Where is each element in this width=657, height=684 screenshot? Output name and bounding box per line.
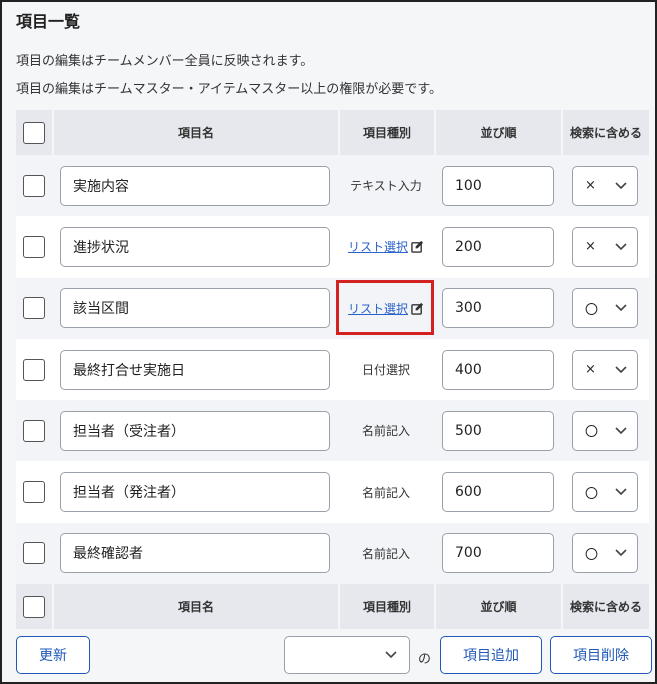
chevron-down-icon xyxy=(615,488,627,496)
delete-item-button[interactable]: 項目削除 xyxy=(550,636,652,674)
row-checkbox[interactable] xyxy=(23,542,45,565)
position-suffix-label: の xyxy=(418,652,432,667)
item-order-input[interactable]: 600 xyxy=(442,472,554,513)
row-checkbox[interactable] xyxy=(23,419,45,442)
row-checkbox[interactable] xyxy=(23,481,45,504)
search-include-value: 〇 xyxy=(585,302,599,318)
select-all-checkbox[interactable] xyxy=(23,121,45,144)
search-include-value: × xyxy=(585,239,596,255)
item-name-input[interactable]: 担当者（受注者） xyxy=(60,410,330,451)
chevron-down-icon xyxy=(615,182,627,189)
highlight-box xyxy=(336,280,434,335)
chevron-down-icon xyxy=(385,651,397,659)
item-order-input[interactable]: 100 xyxy=(442,165,554,206)
description-line-2: 項目の編集はチームマスター・アイテムマスター以上の権限が必要です。 xyxy=(16,82,443,97)
items-table: 項目名 項目種別 並び順 検索に含める 実施内容 テキスト入力 100 × 進捗… xyxy=(16,110,649,630)
item-name-input[interactable]: 最終確認者 xyxy=(60,533,330,574)
column-header-search: 検索に含める xyxy=(561,110,649,155)
chevron-down-icon xyxy=(615,427,627,434)
row-checkbox[interactable] xyxy=(23,174,45,197)
search-include-select[interactable]: × xyxy=(572,349,638,390)
chevron-down-icon xyxy=(615,304,627,312)
item-list-panel: 項目一覧 項目の編集はチームメンバー全員に反映されます。 項目の編集はチームマス… xyxy=(0,0,657,684)
column-footer-name: 項目名 xyxy=(52,584,338,630)
column-header-type: 項目種別 xyxy=(338,110,434,155)
item-order-input[interactable]: 300 xyxy=(442,288,554,329)
table-footer-header: 項目名 項目種別 並び順 検索に含める xyxy=(16,584,649,630)
item-order-input[interactable]: 500 xyxy=(442,410,554,451)
item-type-label: 名前記入 xyxy=(361,546,410,561)
item-type-link-text: リスト選択 xyxy=(347,240,408,255)
chevron-down-icon xyxy=(615,243,627,251)
item-name-input[interactable]: 該当区間 xyxy=(60,288,330,329)
item-order-input[interactable]: 200 xyxy=(442,226,554,267)
item-type-link[interactable]: リスト選択 xyxy=(348,238,424,255)
item-type-label: 名前記入 xyxy=(361,485,410,500)
column-header-name: 項目名 xyxy=(52,110,338,155)
table-row: 担当者（発注者） 名前記入 600 〇 xyxy=(16,461,649,523)
item-type-label: 名前記入 xyxy=(361,424,410,439)
item-order-input[interactable]: 700 xyxy=(442,533,554,574)
table-row: 担当者（受注者） 名前記入 500 〇 xyxy=(16,400,649,462)
table-header: 項目名 項目種別 並び順 検索に含める xyxy=(16,110,649,155)
row-checkbox[interactable] xyxy=(23,235,45,258)
item-type-label: テキスト入力 xyxy=(350,179,422,194)
select-all-checkbox-bottom[interactable] xyxy=(23,595,45,618)
add-item-button[interactable]: 項目追加 xyxy=(440,636,542,674)
chevron-down-icon xyxy=(615,365,627,373)
search-include-select[interactable]: 〇 xyxy=(572,288,638,329)
item-order-input[interactable]: 400 xyxy=(442,349,554,390)
item-name-input[interactable]: 担当者（発注者） xyxy=(60,472,330,513)
item-type-label: 日付選択 xyxy=(361,363,410,378)
column-footer-type: 項目種別 xyxy=(338,584,434,630)
update-button[interactable]: 更新 xyxy=(16,636,90,674)
search-include-select[interactable]: 〇 xyxy=(572,410,638,451)
edit-icon xyxy=(411,241,424,254)
page-title: 項目一覧 xyxy=(16,12,81,31)
description-line-1: 項目の編集はチームメンバー全員に反映されます。 xyxy=(16,54,314,69)
search-include-value: × xyxy=(585,362,596,378)
search-include-select[interactable]: × xyxy=(572,165,638,206)
position-select[interactable] xyxy=(284,636,410,674)
search-include-select[interactable]: 〇 xyxy=(572,472,638,513)
table-row: 最終確認者 名前記入 700 〇 xyxy=(16,522,649,585)
search-include-select[interactable]: × xyxy=(572,226,638,267)
search-include-value: 〇 xyxy=(585,547,599,563)
search-include-value: 〇 xyxy=(585,425,599,441)
column-header-order: 並び順 xyxy=(434,110,561,155)
table-row: 進捗状況 リスト選択 200 × xyxy=(16,216,649,278)
item-name-input[interactable]: 最終打合せ実施日 xyxy=(60,349,330,390)
table-row: 最終打合せ実施日 日付選択 400 × xyxy=(16,338,649,401)
search-include-select[interactable]: 〇 xyxy=(572,533,638,574)
table-row: 実施内容 テキスト入力 100 × xyxy=(16,155,649,217)
chevron-down-icon xyxy=(615,549,627,557)
row-checkbox[interactable] xyxy=(23,358,45,381)
table-row: 該当区間 リスト選択 300 〇 xyxy=(16,277,649,339)
column-footer-order: 並び順 xyxy=(434,584,561,630)
search-include-value: × xyxy=(585,178,596,194)
item-name-input[interactable]: 実施内容 xyxy=(60,165,330,206)
column-footer-search: 検索に含める xyxy=(561,584,649,630)
search-include-value: 〇 xyxy=(585,486,599,502)
row-checkbox[interactable] xyxy=(23,297,45,320)
item-name-input[interactable]: 進捗状況 xyxy=(60,226,330,267)
